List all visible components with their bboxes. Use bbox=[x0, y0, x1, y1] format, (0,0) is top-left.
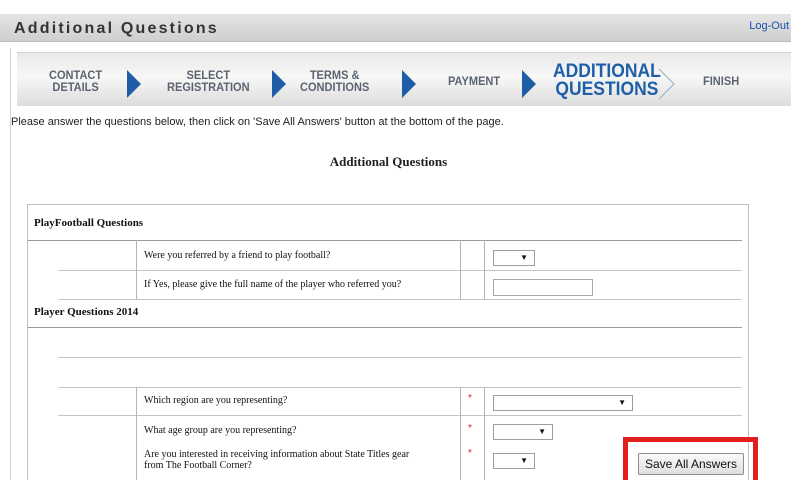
question-referrer-name: If Yes, please give the full name of the… bbox=[144, 279, 402, 290]
step-additional-questions: ADDITIONAL QUESTIONS bbox=[553, 61, 661, 100]
referrer-name-input[interactable] bbox=[493, 279, 593, 296]
page-header: Additional Questions Log-Out bbox=[0, 14, 791, 42]
step-arrow-icon bbox=[272, 70, 286, 98]
group-title: Player Questions 2014 bbox=[34, 306, 139, 318]
state-titles-info-select[interactable]: ▼ bbox=[493, 453, 535, 469]
main-content: CONTACT DETAILS SELECT REGISTRATION TERMS … bbox=[10, 48, 791, 480]
divider bbox=[58, 270, 742, 271]
divider bbox=[484, 240, 485, 299]
divider bbox=[58, 299, 742, 300]
step-finish: FINISH bbox=[703, 74, 740, 88]
required-marker: * bbox=[468, 423, 472, 434]
step-arrow-icon bbox=[402, 70, 416, 98]
required-marker: * bbox=[468, 448, 472, 459]
referred-by-friend-select[interactable]: ▼ bbox=[493, 250, 535, 266]
chevron-down-icon: ▼ bbox=[618, 398, 626, 407]
chevron-down-icon: ▼ bbox=[520, 253, 528, 262]
question-region: Which region are you representing? bbox=[144, 395, 288, 406]
chevron-down-icon: ▼ bbox=[538, 427, 546, 436]
logout-link[interactable]: Log-Out bbox=[749, 20, 789, 32]
save-all-answers-button[interactable]: Save All Answers bbox=[638, 453, 744, 475]
divider bbox=[58, 357, 742, 358]
divider bbox=[136, 240, 137, 299]
divider bbox=[58, 387, 742, 388]
divider bbox=[58, 415, 742, 416]
step-arrow-icon bbox=[127, 70, 141, 98]
age-group-select[interactable]: ▼ bbox=[493, 424, 553, 440]
step-arrow-outline-icon bbox=[658, 68, 675, 100]
question-state-titles-info: Are you interested in receiving informat… bbox=[144, 449, 410, 471]
page-title: Additional Questions bbox=[14, 20, 219, 37]
section-heading: Additional Questions bbox=[329, 154, 448, 169]
step-terms-conditions: TERMS & CONDITIONS bbox=[300, 68, 370, 94]
group-title: PlayFootball Questions bbox=[34, 217, 144, 229]
divider bbox=[460, 240, 461, 299]
question-referred-by-friend: Were you referred by a friend to play fo… bbox=[144, 250, 331, 261]
region-select[interactable]: ▼ bbox=[493, 395, 633, 411]
divider bbox=[136, 387, 137, 480]
step-arrow-icon bbox=[522, 70, 536, 98]
divider bbox=[484, 387, 485, 480]
divider bbox=[28, 327, 742, 328]
step-payment: PAYMENT bbox=[448, 74, 501, 88]
step-select-registration: SELECT REGISTRATION bbox=[167, 68, 250, 94]
step-contact-details: CONTACT DETAILS bbox=[49, 68, 103, 94]
divider bbox=[460, 387, 461, 480]
instructions-text: Please answer the questions below, then … bbox=[11, 116, 504, 128]
required-marker: * bbox=[468, 393, 472, 404]
registration-steps-bar: CONTACT DETAILS SELECT REGISTRATION TERMS … bbox=[17, 52, 791, 106]
question-age-group: What age group are you representing? bbox=[144, 425, 297, 436]
chevron-down-icon: ▼ bbox=[520, 456, 528, 465]
